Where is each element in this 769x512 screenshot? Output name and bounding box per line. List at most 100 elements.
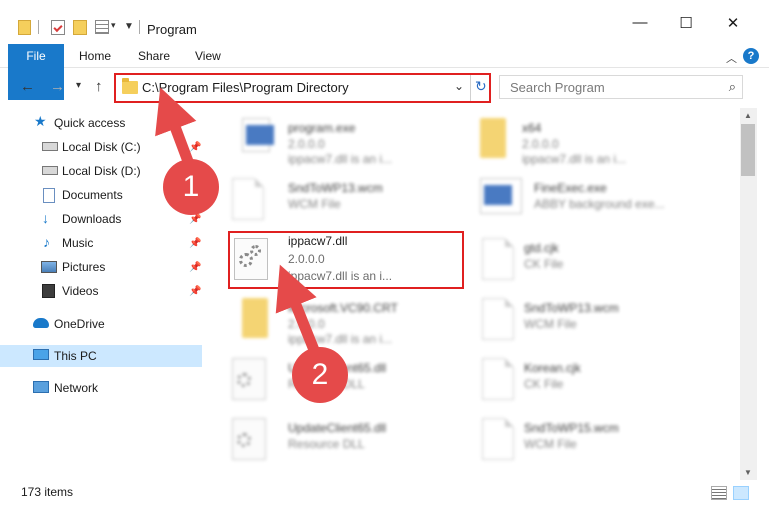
sidebar-item-label: Music — [62, 236, 94, 250]
annotation-badge-2: 2 — [292, 347, 348, 403]
drive-icon — [42, 166, 58, 175]
new-folder-icon[interactable] — [73, 20, 87, 35]
sidebar-item-local-disk-c[interactable]: Local Disk (C:) 📌 — [0, 136, 202, 158]
documents-icon — [43, 188, 55, 203]
sidebar-item-label: Local Disk (C:) — [62, 140, 141, 154]
tab-home[interactable]: Home — [79, 44, 111, 68]
file-icon — [482, 298, 514, 340]
sidebar-item-label: Local Disk (D:) — [62, 164, 141, 178]
sidebar-item-pictures[interactable]: Pictures 📌 — [0, 256, 202, 278]
address-path[interactable]: C:\Program Files\Program Directory — [142, 80, 349, 95]
file-description: ippacw7.dll is an i... — [288, 152, 393, 166]
file-name: Korean.cjk — [524, 361, 581, 375]
file-icon — [482, 358, 514, 400]
file-type: CK File — [524, 257, 564, 271]
search-input[interactable] — [500, 76, 710, 98]
scrollbar-thumb[interactable] — [741, 124, 755, 176]
help-icon[interactable]: ? — [743, 48, 759, 64]
forward-arrow-icon[interactable]: → — [50, 78, 65, 95]
sidebar-item-quick-access[interactable]: ★ Quick access — [0, 112, 202, 134]
file-type: WCM File — [288, 197, 341, 211]
dll-icon — [232, 418, 266, 460]
recent-locations-chevron-icon[interactable]: ▾ — [76, 80, 81, 91]
view-menu-icon[interactable] — [95, 20, 109, 34]
file-item[interactable]: Microsoft.VC90.CRT 2.0.0.0 ippacw7.dll i… — [224, 290, 464, 346]
file-name: program.exe — [288, 121, 356, 135]
back-arrow-icon[interactable]: ← — [20, 78, 35, 95]
music-icon: ♪ — [43, 234, 50, 250]
folder-icon — [18, 20, 31, 35]
file-type: CK File — [524, 377, 564, 391]
file-type: Resource DLL — [288, 437, 365, 451]
sidebar-item-downloads[interactable]: ↓ Downloads 📌 — [0, 208, 202, 230]
file-version: 2.0.0.0 — [288, 317, 325, 331]
sidebar-item-label: Videos — [62, 284, 99, 298]
file-type: ABBY background exe... — [534, 197, 665, 211]
separator — [470, 75, 471, 101]
folder-icon — [480, 118, 506, 158]
properties-icon[interactable] — [51, 20, 65, 35]
file-description: ippacw7.dll is an i... — [522, 152, 627, 166]
file-item[interactable]: SndToWP13.wcm WCM File — [474, 290, 714, 346]
customize-dropdown-icon[interactable]: ▾ — [111, 20, 116, 31]
file-item[interactable]: SndToWP15.wcm WCM File — [474, 410, 714, 466]
dll-icon — [232, 358, 266, 400]
close-button[interactable]: ✕ — [710, 14, 756, 44]
scroll-up-icon[interactable]: ▲ — [744, 111, 752, 120]
sidebar-item-onedrive[interactable]: OneDrive — [0, 313, 202, 335]
address-bar[interactable]: C:\Program Files\Program Directory ⌄ ↻ — [114, 73, 491, 103]
file-item[interactable]: FineExec.exe ABBY background exe... — [474, 170, 714, 226]
sidebar-item-this-pc[interactable]: This PC — [0, 345, 202, 367]
sidebar-item-label: Network — [54, 381, 99, 395]
scroll-down-icon[interactable]: ▼ — [744, 468, 752, 477]
sidebar-item-label: Documents — [62, 188, 123, 202]
pin-icon[interactable]: 📌 — [189, 238, 201, 249]
file-name: Microsoft.VC90.CRT — [288, 301, 398, 315]
pin-icon[interactable]: 📌 — [189, 262, 201, 273]
annotation-badge-1: 1 — [163, 159, 219, 215]
address-dropdown-icon[interactable]: ⌄ — [454, 79, 464, 93]
pin-icon[interactable]: 📌 — [189, 286, 201, 297]
tab-share[interactable]: Share — [138, 44, 170, 68]
gear-icon — [237, 373, 251, 387]
up-arrow-icon[interactable]: ↑ — [95, 78, 103, 95]
tab-view[interactable]: View — [195, 44, 221, 68]
refresh-icon[interactable]: ↻ — [475, 78, 487, 95]
videos-icon — [42, 284, 55, 298]
file-item[interactable]: UpdateClient65.dll Resource DLL — [224, 410, 464, 466]
file-item[interactable]: gtd.cjk CK File — [474, 230, 714, 286]
file-name: x64 — [522, 121, 542, 135]
download-icon: ↓ — [42, 210, 49, 226]
maximize-button[interactable]: ☐ — [663, 14, 709, 44]
app-icon — [480, 178, 522, 214]
minimize-button[interactable]: — — [617, 14, 663, 44]
star-icon: ★ — [34, 113, 47, 129]
sidebar-item-videos[interactable]: Videos 📌 — [0, 280, 202, 302]
large-icons-view-icon[interactable] — [733, 486, 749, 500]
sidebar-item-label: Downloads — [62, 212, 122, 226]
file-name: FineExec.exe — [534, 181, 607, 195]
file-item[interactable]: SndToWP13.wcm WCM File — [224, 170, 464, 226]
file-item[interactable]: x64 2.0.0.0 ippacw7.dll is an i... — [474, 110, 714, 166]
sidebar-item-music[interactable]: ♪ Music 📌 — [0, 232, 202, 254]
file-item[interactable]: program.exe 2.0.0.0 ippacw7.dll is an i.… — [224, 110, 464, 166]
details-view-icon[interactable] — [711, 486, 727, 500]
file-icon — [482, 418, 514, 460]
vertical-scrollbar[interactable]: ▲ ▼ — [740, 108, 757, 480]
expand-ribbon-icon[interactable]: ︿ — [726, 50, 737, 66]
search-box[interactable]: ⌕ — [499, 75, 743, 99]
sidebar-item-label: This PC — [54, 349, 97, 363]
title-bar: ▾ ▼ Program — ☐ ✕ — [0, 0, 769, 44]
search-icon[interactable]: ⌕ — [729, 79, 736, 95]
sidebar-item-network[interactable]: Network — [0, 377, 202, 399]
sidebar-item-label: Quick access — [54, 116, 126, 130]
file-name: SndToWP13.wcm — [524, 301, 619, 315]
ribbon-tabs: File Home Share View ︿ ? — [0, 44, 769, 100]
quick-access-toolbar-arrow-icon[interactable]: ▼ — [124, 21, 134, 32]
pin-icon[interactable]: 📌 — [189, 142, 201, 153]
file-name: SndToWP13.wcm — [288, 181, 383, 195]
pin-icon[interactable]: 📌 — [189, 214, 201, 225]
sidebar-item-label: Pictures — [62, 260, 106, 274]
file-type: WCM File — [524, 437, 577, 451]
file-item[interactable]: Korean.cjk CK File — [474, 350, 714, 406]
